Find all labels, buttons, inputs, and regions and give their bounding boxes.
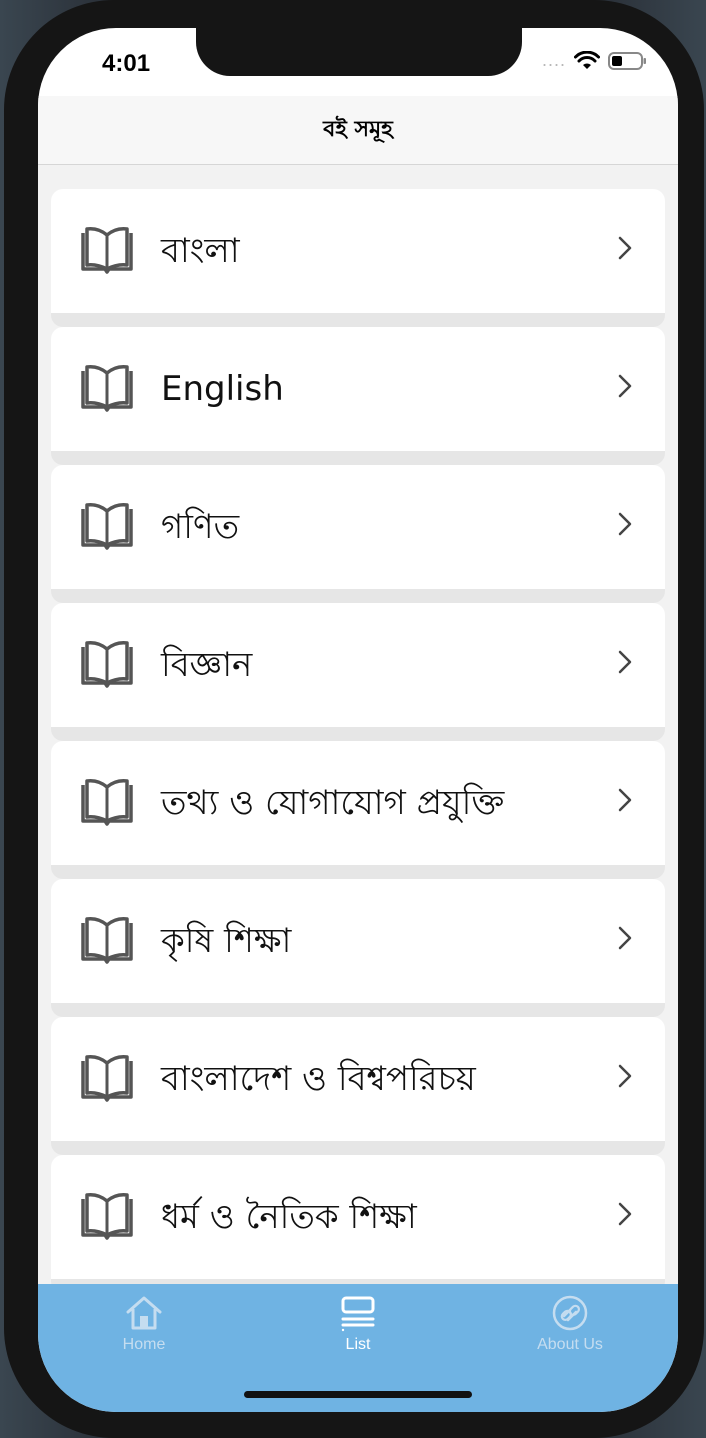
book-title: বাংলাদেশ ও বিশ্বপরিচয়	[161, 1059, 476, 1099]
book-list-item[interactable]: তথ্য ও যোগাযোগ প্রযুক্তি	[51, 741, 665, 879]
chevron-right-icon	[618, 512, 632, 536]
book-list-item[interactable]: বিজ্ঞান	[51, 603, 665, 741]
tab-home[interactable]: Home	[44, 1294, 244, 1354]
navigation-bar: বই সমূহ	[38, 96, 678, 165]
book-open-icon	[81, 503, 133, 550]
book-title: বাংলা	[161, 231, 240, 271]
book-list-item[interactable]: কৃষি শিক্ষা	[51, 879, 665, 1017]
chevron-right-icon	[618, 236, 632, 260]
battery-icon	[608, 51, 648, 71]
device-notch	[196, 28, 522, 76]
book-title: বিজ্ঞান	[161, 645, 253, 685]
home-icon	[126, 1296, 162, 1330]
book-open-icon	[81, 1055, 133, 1102]
signal-icon: ....	[541, 50, 566, 70]
book-open-icon	[81, 779, 133, 826]
chevron-right-icon	[618, 788, 632, 812]
home-indicator[interactable]	[244, 1391, 472, 1398]
chevron-right-icon	[618, 926, 632, 950]
phone-frame: 4:01 .... বই সমূহ বাংলা English গণিত বিজ…	[4, 0, 704, 1438]
app-screen: 4:01 .... বই সমূহ বাংলা English গণিত বিজ…	[38, 28, 678, 1412]
tab-about-us[interactable]: About Us	[470, 1294, 670, 1354]
wifi-icon	[574, 50, 600, 71]
book-list[interactable]: বাংলা English গণিত বিজ্ঞান তথ্য ও যোগাযো…	[38, 165, 678, 1284]
list-icon	[341, 1296, 375, 1332]
book-open-icon	[81, 227, 133, 274]
chevron-right-icon	[618, 1202, 632, 1226]
tab-label: Home	[122, 1336, 166, 1353]
link-icon	[552, 1295, 588, 1331]
book-title: English	[161, 369, 284, 409]
tab-label: About Us	[537, 1336, 603, 1353]
book-open-icon	[81, 917, 133, 964]
status-indicators: ....	[542, 50, 648, 71]
book-title: গণিত	[161, 507, 240, 547]
status-time: 4:01	[102, 50, 151, 77]
book-list-item[interactable]: English	[51, 327, 665, 465]
book-open-icon	[81, 641, 133, 688]
page-title: বই সমূহ	[323, 116, 393, 142]
book-open-icon	[81, 1193, 133, 1240]
chevron-right-icon	[618, 1064, 632, 1088]
chevron-right-icon	[618, 650, 632, 674]
chevron-right-icon	[618, 374, 632, 398]
book-list-item[interactable]: বাংলা	[51, 189, 665, 327]
book-list-item[interactable]: ধর্ম ও নৈতিক শিক্ষা	[51, 1155, 665, 1284]
book-list-item[interactable]: বাংলাদেশ ও বিশ্বপরিচয়	[51, 1017, 665, 1155]
tab-label: List	[345, 1336, 371, 1353]
book-title: তথ্য ও যোগাযোগ প্রযুক্তি	[161, 783, 505, 823]
book-open-icon	[81, 365, 133, 412]
book-title: ধর্ম ও নৈতিক শিক্ষা	[161, 1197, 417, 1237]
book-list-item[interactable]: গণিত	[51, 465, 665, 603]
tab-list[interactable]: List	[258, 1294, 458, 1354]
book-title: কৃষি শিক্ষা	[161, 921, 292, 961]
